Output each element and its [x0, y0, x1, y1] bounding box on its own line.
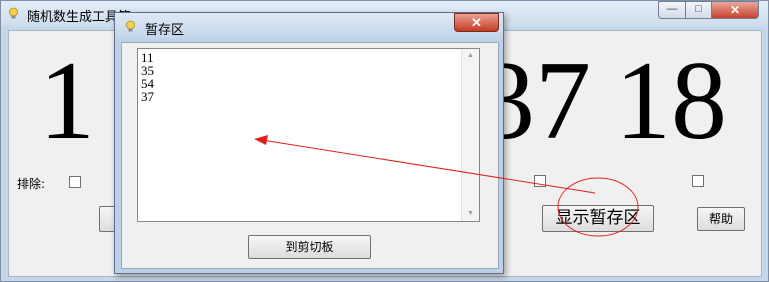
maximize-icon: □: [695, 3, 702, 15]
lightbulb-icon: [9, 7, 18, 19]
close-button[interactable]: ✕: [711, 1, 759, 19]
lightbulb-icon: [126, 20, 135, 32]
vertical-scrollbar[interactable]: ▲ ▼: [461, 49, 479, 221]
exclude-checkbox-6[interactable]: [692, 175, 704, 187]
close-icon: ✕: [471, 15, 482, 30]
show-temp-button[interactable]: 显示暂存区: [542, 205, 654, 232]
random-number-6: 18: [615, 39, 727, 163]
random-number-1: 1: [39, 39, 95, 163]
scroll-down-icon[interactable]: ▼: [462, 207, 479, 221]
temp-textarea[interactable]: 11 35 54 37 ▲ ▼: [137, 48, 480, 222]
temp-lines: 11 35 54 37: [141, 51, 154, 103]
popup-title: 暂存区: [145, 23, 185, 38]
scroll-up-icon[interactable]: ▲: [462, 49, 479, 63]
exclude-checkbox-1[interactable]: [69, 176, 81, 188]
minimize-button[interactable]: —: [658, 1, 686, 19]
temp-line: 37: [141, 89, 154, 104]
exclude-checkbox-5[interactable]: [534, 175, 546, 187]
maximize-button[interactable]: □: [685, 1, 712, 19]
popup-title-bar[interactable]: 暂存区 ✕: [115, 13, 503, 39]
temp-area-window: 暂存区 ✕ 11 35 54 37 ▲ ▼ 到剪切板: [114, 12, 504, 274]
close-icon: ✕: [729, 3, 741, 17]
exclude-label: 排除:: [17, 177, 46, 191]
copy-to-clipboard-button[interactable]: 到剪切板: [248, 235, 371, 259]
minimize-icon: —: [666, 3, 678, 15]
help-button[interactable]: 帮助: [697, 207, 745, 231]
popup-close-button[interactable]: ✕: [454, 13, 499, 32]
